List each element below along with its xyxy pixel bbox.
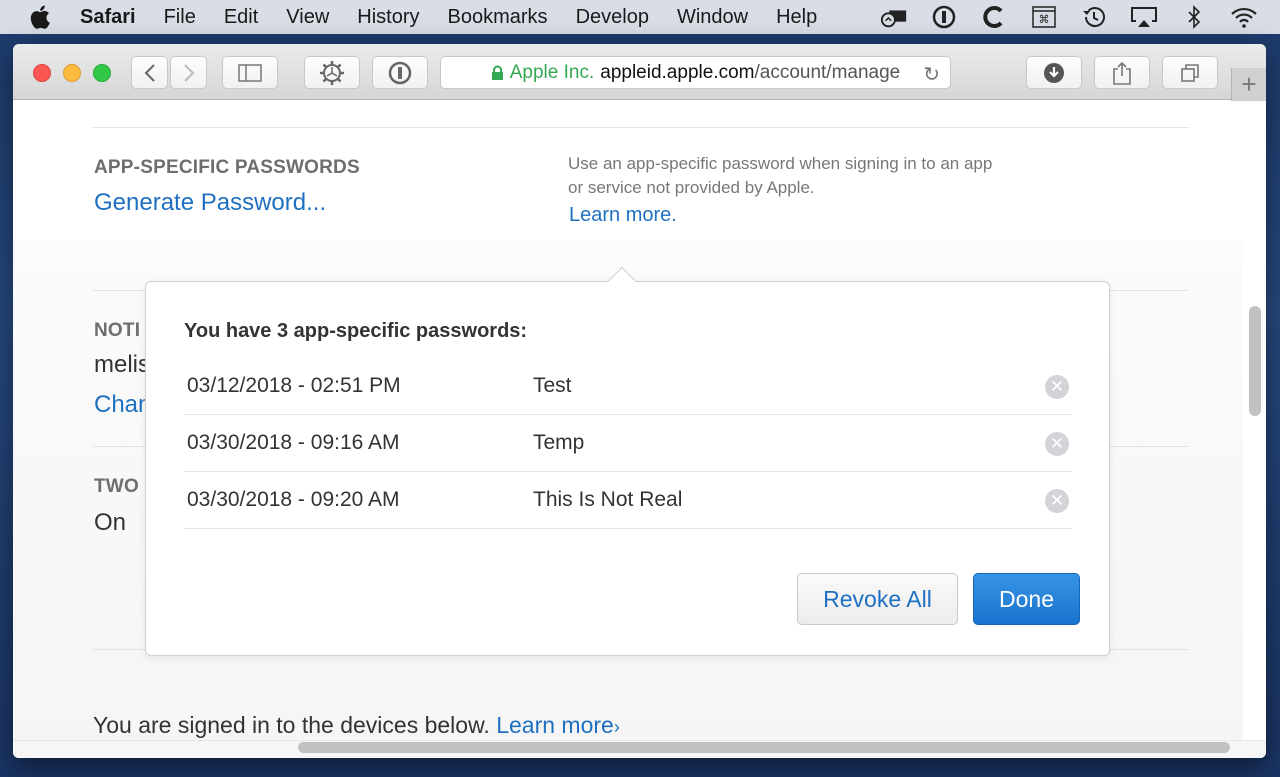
devices-text: You are signed in to the devices below. xyxy=(93,712,490,738)
wifi-icon[interactable] xyxy=(1230,5,1258,29)
show-all-tabs-button[interactable] xyxy=(1162,56,1218,89)
time-machine-icon[interactable] xyxy=(1080,5,1108,29)
svg-text:⌘: ⌘ xyxy=(1039,14,1050,26)
download-icon xyxy=(1044,62,1064,83)
tabs-icon xyxy=(1181,63,1199,82)
vertical-scrollbar[interactable] xyxy=(1249,306,1261,416)
menu-window[interactable]: Window xyxy=(677,6,748,29)
extension-settings-button[interactable] xyxy=(304,56,360,89)
generate-password-link[interactable]: Generate Password... xyxy=(94,189,326,217)
url-path: /account/manage xyxy=(754,61,901,83)
learn-more-link[interactable]: Learn more. xyxy=(569,204,677,227)
devices-message: You are signed in to the devices below. … xyxy=(93,712,620,739)
popover-title: You have 3 app-specific passwords: xyxy=(184,320,528,342)
change-email-link[interactable]: Chan xyxy=(94,391,151,419)
notification-email: melis xyxy=(94,351,151,378)
share-button[interactable] xyxy=(1094,56,1150,89)
zoom-window-button[interactable] xyxy=(93,64,111,82)
sidebar-icon xyxy=(238,63,262,82)
password-row: 03/12/2018 - 02:51 PM Test ✕ xyxy=(184,358,1072,415)
apple-menu-icon[interactable] xyxy=(30,5,64,29)
forward-button[interactable] xyxy=(170,56,207,89)
command-window-icon[interactable]: ⌘ xyxy=(1030,5,1058,29)
chevron-left-icon xyxy=(144,63,155,82)
menu-develop[interactable]: Develop xyxy=(576,6,649,29)
1password-icon xyxy=(388,61,412,84)
menu-edit[interactable]: Edit xyxy=(224,6,258,29)
password-date: 03/30/2018 - 09:20 AM xyxy=(187,488,400,511)
revoke-password-icon[interactable]: ✕ xyxy=(1045,375,1069,399)
certificate-org: Apple Inc. xyxy=(509,61,595,83)
password-date: 03/30/2018 - 09:16 AM xyxy=(187,431,400,454)
menu-safari[interactable]: Safari xyxy=(80,6,136,29)
menu-view[interactable]: View xyxy=(286,6,329,29)
downloads-button[interactable] xyxy=(1026,56,1082,89)
airplay-icon[interactable] xyxy=(1130,5,1158,29)
back-button[interactable] xyxy=(131,56,168,89)
password-name: This Is Not Real xyxy=(533,488,683,511)
password-list: 03/12/2018 - 02:51 PM Test ✕ 03/30/2018 … xyxy=(184,358,1072,529)
notification-label: NOTI xyxy=(94,320,141,341)
new-tab-button[interactable]: + xyxy=(1231,68,1266,101)
password-row: 03/30/2018 - 09:16 AM Temp ✕ xyxy=(184,415,1072,472)
status-menus: ⌘ xyxy=(880,0,1280,34)
password-name: Test xyxy=(533,374,572,397)
safari-window: Apple Inc. appleid.apple.com/account/man… xyxy=(13,44,1266,758)
lock-icon xyxy=(491,65,503,80)
menu-file[interactable]: File xyxy=(164,6,196,29)
two-factor-label: TWO xyxy=(94,476,139,497)
menu-history[interactable]: History xyxy=(357,6,419,29)
browser-toolbar: Apple Inc. appleid.apple.com/account/man… xyxy=(13,44,1266,101)
cloud-app-icon[interactable] xyxy=(880,5,908,29)
bluetooth-icon[interactable] xyxy=(1180,5,1208,29)
page-content: APP-SPECIFIC PASSWORDS Generate Password… xyxy=(13,101,1266,758)
two-factor-status: On xyxy=(94,509,127,536)
app-specific-passwords-label: APP-SPECIFIC PASSWORDS xyxy=(94,157,360,178)
password-row: 03/30/2018 - 09:20 AM This Is Not Real ✕ xyxy=(184,472,1072,529)
reload-icon[interactable]: ↻ xyxy=(923,62,940,87)
password-date: 03/12/2018 - 02:51 PM xyxy=(187,374,401,397)
revoke-password-icon[interactable]: ✕ xyxy=(1045,489,1069,513)
password-name: Temp xyxy=(533,431,585,454)
app-passwords-description: Use an app-specific password when signin… xyxy=(568,152,998,200)
revoke-all-button[interactable]: Revoke All xyxy=(797,573,958,625)
chevron-right-icon: › xyxy=(613,717,620,737)
menu-help[interactable]: Help xyxy=(776,6,817,29)
devices-learn-more-link[interactable]: Learn more xyxy=(496,712,614,738)
close-window-button[interactable] xyxy=(33,64,51,82)
url-host: appleid.apple.com xyxy=(600,61,755,83)
menu-bookmarks[interactable]: Bookmarks xyxy=(448,6,548,29)
menu-bar: Safari File Edit View History Bookmarks … xyxy=(0,0,1280,34)
description-text: Use an app-specific password when signin… xyxy=(568,154,993,197)
chevron-right-icon xyxy=(183,63,194,82)
minimize-window-button[interactable] xyxy=(63,64,81,82)
horizontal-scrollbar[interactable] xyxy=(298,742,1230,753)
done-button[interactable]: Done xyxy=(973,573,1080,625)
share-icon xyxy=(1113,61,1131,85)
1password-icon[interactable] xyxy=(930,5,958,29)
c-app-icon[interactable] xyxy=(980,5,1008,29)
address-bar[interactable]: Apple Inc. appleid.apple.com/account/man… xyxy=(440,56,951,89)
revoke-password-icon[interactable]: ✕ xyxy=(1045,432,1069,456)
1password-extension-button[interactable] xyxy=(372,56,428,89)
gear-icon xyxy=(320,60,344,85)
section-divider xyxy=(93,127,1189,128)
app-passwords-popover: You have 3 app-specific passwords: 03/12… xyxy=(145,266,1110,656)
sidebar-toggle-button[interactable] xyxy=(222,56,278,89)
